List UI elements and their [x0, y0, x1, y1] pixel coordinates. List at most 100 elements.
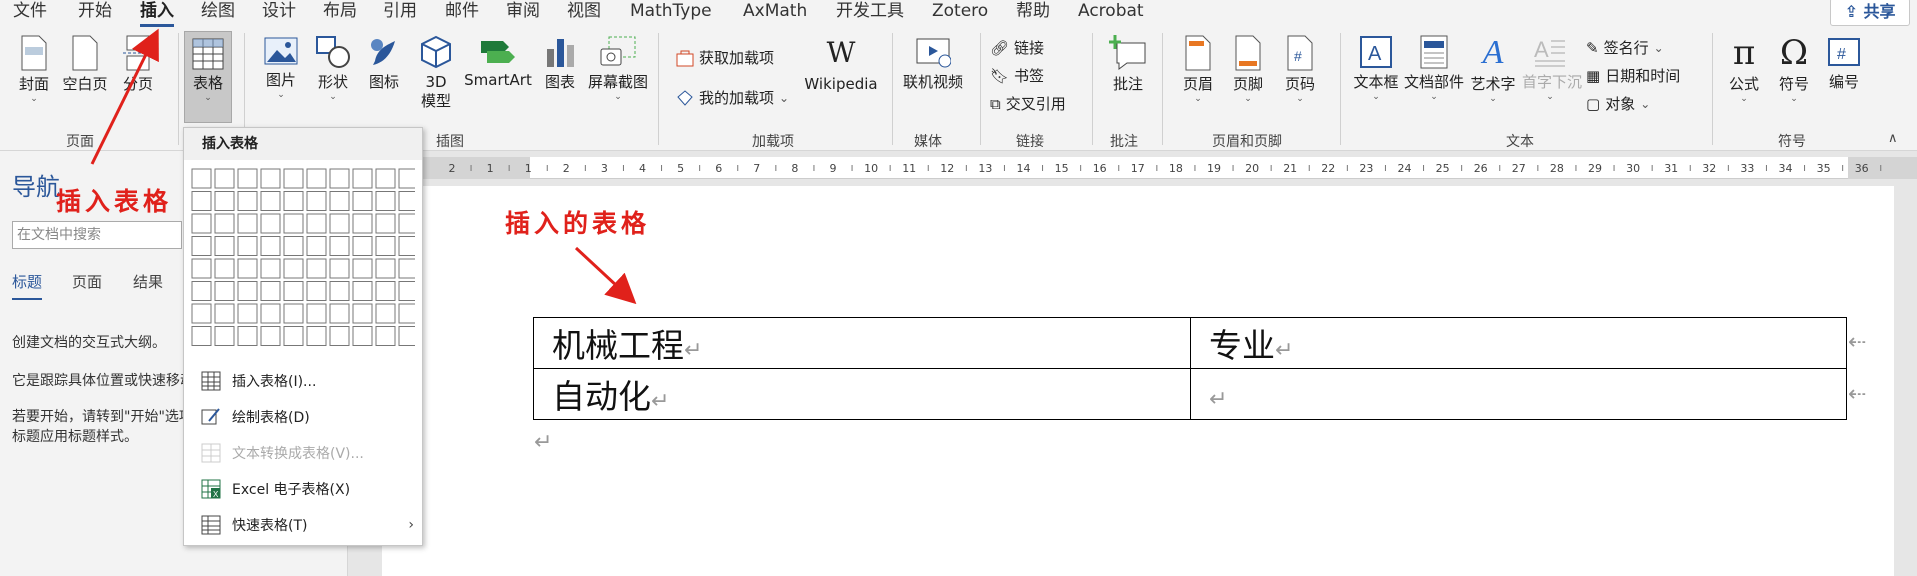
tab-file[interactable]: 文件	[13, 0, 47, 22]
grid-cell[interactable]	[260, 168, 281, 189]
grid-cell[interactable]	[191, 168, 212, 189]
grid-cell[interactable]	[375, 326, 396, 346]
grid-cell[interactable]	[329, 191, 350, 211]
grid-cell[interactable]	[398, 281, 415, 301]
my-addins-button[interactable]: 我的加载项 ⌄	[676, 87, 789, 108]
share-button[interactable]: ⇪ 共享	[1830, 0, 1910, 26]
nav-tab-pages[interactable]: 页面	[72, 271, 102, 292]
grid-cell[interactable]	[214, 303, 235, 324]
object-button[interactable]: ▢ 对象 ⌄	[1586, 93, 1650, 114]
grid-cell[interactable]	[237, 191, 258, 211]
equation-button[interactable]: π 公式 ⌄	[1722, 35, 1766, 104]
grid-cell[interactable]	[375, 236, 396, 256]
collapse-ribbon-icon[interactable]: ∧	[1888, 131, 1898, 146]
tab-draw[interactable]: 绘图	[201, 0, 235, 22]
grid-cell[interactable]	[237, 213, 258, 234]
grid-cell[interactable]	[306, 258, 327, 279]
grid-cell[interactable]	[375, 191, 396, 211]
grid-cell[interactable]	[283, 191, 304, 211]
chart-button[interactable]: 图表	[540, 35, 580, 92]
grid-cell[interactable]	[260, 258, 281, 279]
table-cell[interactable]: 自动化↵	[533, 368, 1191, 420]
wordart-button[interactable]: A 艺术字 ⌄	[1468, 35, 1518, 105]
comment-button[interactable]: 批注	[1104, 35, 1152, 94]
grid-cell[interactable]	[260, 236, 281, 256]
grid-cell[interactable]	[214, 281, 235, 301]
table-button[interactable]: 表格 ⌄	[184, 31, 232, 123]
excel-spreadsheet-item[interactable]: X Excel 电子表格(X)	[184, 472, 422, 506]
grid-cell[interactable]	[191, 236, 212, 256]
table-cell[interactable]: ↵	[1190, 368, 1847, 420]
page-number-button[interactable]: # 页码 ⌄	[1278, 35, 1322, 104]
tab-mathtype[interactable]: MathType	[630, 0, 712, 22]
grid-cell[interactable]	[191, 281, 212, 301]
grid-cell[interactable]	[260, 213, 281, 234]
get-addins-button[interactable]: 获取加载项	[676, 47, 774, 68]
grid-cell[interactable]	[260, 191, 281, 211]
grid-cell[interactable]	[237, 258, 258, 279]
smartart-button[interactable]: SmartArt	[462, 35, 534, 90]
grid-cell[interactable]	[329, 326, 350, 346]
link-button[interactable]: 🔗︎ 链接	[990, 37, 1044, 58]
grid-cell[interactable]	[352, 258, 373, 279]
signature-line-button[interactable]: ✎ 签名行 ⌄	[1586, 37, 1664, 58]
grid-cell[interactable]	[329, 213, 350, 234]
grid-cell[interactable]	[398, 258, 415, 279]
grid-cell[interactable]	[283, 168, 304, 189]
drop-cap-button[interactable]: A 首字下沉 ⌄	[1522, 35, 1582, 102]
tab-design[interactable]: 设计	[262, 0, 296, 22]
grid-cell[interactable]	[191, 303, 212, 324]
grid-cell[interactable]	[306, 281, 327, 301]
date-time-button[interactable]: ▦ 日期和时间	[1586, 65, 1680, 86]
document-table[interactable]: 机械工程↵ 专业↵ 自动化↵ ↵	[533, 317, 1847, 420]
grid-cell[interactable]	[352, 281, 373, 301]
grid-cell[interactable]	[191, 326, 212, 346]
nav-tab-headings[interactable]: 标题	[12, 271, 43, 300]
grid-cell[interactable]	[398, 326, 415, 346]
grid-cell[interactable]	[352, 213, 373, 234]
tab-axmath[interactable]: AxMath	[743, 0, 807, 22]
tab-developer[interactable]: 开发工具	[836, 0, 904, 22]
grid-cell[interactable]	[398, 213, 415, 234]
footer-button[interactable]: 页脚 ⌄	[1226, 35, 1270, 104]
grid-cell[interactable]	[214, 326, 235, 346]
grid-cell[interactable]	[352, 236, 373, 256]
tab-acrobat[interactable]: Acrobat	[1078, 0, 1144, 22]
grid-cell[interactable]	[398, 168, 415, 189]
shapes-button[interactable]: 形状 ⌄	[310, 35, 356, 102]
table-cell[interactable]: 专业↵	[1190, 317, 1847, 369]
table-cell[interactable]: 机械工程↵	[533, 317, 1191, 369]
grid-cell[interactable]	[375, 213, 396, 234]
tab-references[interactable]: 引用	[383, 0, 417, 22]
grid-cell[interactable]	[237, 236, 258, 256]
grid-cell[interactable]	[352, 303, 373, 324]
grid-cell[interactable]	[237, 303, 258, 324]
grid-cell[interactable]	[283, 303, 304, 324]
tab-mailings[interactable]: 邮件	[445, 0, 479, 22]
draw-table-item[interactable]: 绘制表格(D)	[184, 400, 422, 434]
grid-cell[interactable]	[283, 281, 304, 301]
grid-cell[interactable]	[306, 191, 327, 211]
grid-cell[interactable]	[191, 213, 212, 234]
grid-cell[interactable]	[283, 258, 304, 279]
textbox-button[interactable]: A 文本框 ⌄	[1352, 35, 1400, 102]
blank-page-button[interactable]: 空白页	[60, 35, 110, 94]
online-video-button[interactable]: 联机视频	[900, 35, 966, 92]
tab-zotero[interactable]: Zotero	[932, 0, 988, 22]
picture-button[interactable]: 图片 ⌄	[258, 35, 304, 100]
quick-tables-item[interactable]: 快速表格(T) ›	[184, 508, 422, 542]
grid-cell[interactable]	[260, 281, 281, 301]
header-button[interactable]: 页眉 ⌄	[1176, 35, 1220, 104]
page-break-button[interactable]: 分页	[116, 35, 160, 94]
grid-cell[interactable]	[283, 326, 304, 346]
grid-cell[interactable]	[191, 191, 212, 211]
tab-help[interactable]: 帮助	[1016, 0, 1050, 22]
tab-insert[interactable]: 插入	[140, 0, 174, 27]
grid-cell[interactable]	[283, 236, 304, 256]
grid-cell[interactable]	[283, 213, 304, 234]
bookmark-button[interactable]: 🔖︎ 书签	[990, 65, 1044, 86]
table-size-grid[interactable]	[191, 168, 415, 348]
grid-cell[interactable]	[237, 168, 258, 189]
grid-cell[interactable]	[237, 281, 258, 301]
grid-cell[interactable]	[260, 326, 281, 346]
